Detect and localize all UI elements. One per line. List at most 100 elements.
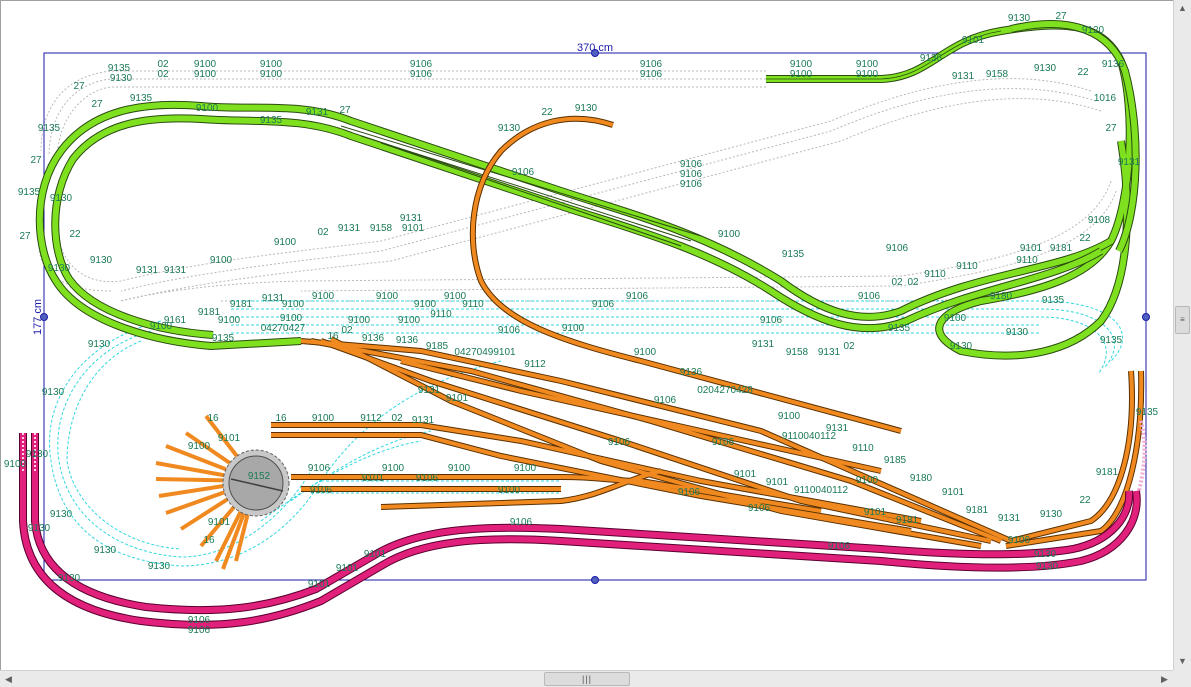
- track-part-label: 9180: [910, 473, 933, 484]
- track-part-label: 9110: [924, 269, 946, 280]
- track-part-label: 9136: [920, 53, 943, 64]
- track-part-label: 9100: [210, 255, 233, 266]
- track-part-label: 9131: [338, 223, 361, 234]
- track-part-label: 9130: [1034, 63, 1057, 74]
- track-part-label: 9135: [1136, 407, 1159, 418]
- track-part-label: 9101: [362, 473, 385, 484]
- resize-handle-right[interactable]: [1142, 313, 1150, 321]
- vertical-scroll-thumb[interactable]: ≡: [1175, 306, 1190, 334]
- track-part-label: 9108: [1088, 215, 1111, 226]
- track-part-label: 9135: [212, 333, 235, 344]
- track-part-label: 9100: [188, 441, 211, 452]
- track-part-label: 9106: [654, 395, 677, 406]
- scrollbar-corner: [1173, 670, 1191, 687]
- track-part-label: 9135: [782, 249, 805, 260]
- track-part-label: 9130: [1034, 549, 1057, 560]
- track-part-label: 9100: [194, 69, 217, 80]
- track-part-label: 9101: [446, 393, 469, 404]
- resize-handle-bottom[interactable]: [591, 576, 599, 584]
- track-part-label: 9130: [94, 545, 117, 556]
- horizontal-scroll-thumb[interactable]: |||: [544, 672, 630, 686]
- layout-canvas[interactable]: 370 cm 177 cm 9135 02 02 9100 9100 9100 …: [0, 0, 1173, 670]
- track-part-label: 9100: [312, 413, 335, 424]
- track-part-label: 9106: [310, 485, 333, 496]
- track-part-label: 02: [843, 341, 855, 352]
- scroll-right-arrow-icon[interactable]: ▶: [1156, 671, 1173, 687]
- track-part-label: 22: [541, 107, 553, 118]
- scroll-up-arrow-icon[interactable]: ▲: [1174, 0, 1191, 17]
- track-part-label: 9130: [498, 123, 521, 134]
- track-part-label: 9185: [426, 341, 449, 352]
- track-part-label: 9106: [626, 291, 649, 302]
- track-part-label: 9130: [88, 339, 111, 350]
- track-part-label: 9101: [208, 517, 231, 528]
- track-part-label: 04270427: [261, 323, 306, 334]
- track-part-label: 22: [1079, 495, 1091, 506]
- vertical-scrollbar[interactable]: ▲ ≡ ▼: [1173, 0, 1191, 670]
- track-part-label: 9100: [398, 315, 421, 326]
- track-part-label: 9100: [196, 103, 219, 114]
- track-part-label: 9130: [50, 193, 73, 204]
- track-part-label: 9106: [828, 541, 851, 552]
- track-part-label: 9100: [778, 411, 801, 422]
- track-part-label: 9100: [856, 69, 879, 80]
- track-part-label: 04270499101: [454, 347, 516, 358]
- track-part-label: 02: [157, 69, 169, 80]
- track-part-label: 9181: [1096, 467, 1119, 478]
- track-part-label: 9106: [592, 299, 615, 310]
- track-part-label: 9120: [1082, 25, 1105, 36]
- track-part-label: 9131: [998, 513, 1021, 524]
- track-part-label: 9135: [1042, 295, 1065, 306]
- track-part-label: 16: [203, 535, 215, 546]
- turntable[interactable]: [222, 449, 290, 517]
- track-part-label: 9131: [1118, 157, 1141, 168]
- track-part-label: 9152: [248, 471, 271, 482]
- track-part-label: 9110040112: [794, 485, 849, 496]
- track-part-label: 22: [69, 229, 81, 240]
- track-part-label: 02: [341, 325, 353, 336]
- track-part-label: 9130: [58, 573, 81, 584]
- track-part-label: 9181: [1050, 243, 1073, 254]
- track-part-label: 9101: [864, 507, 887, 518]
- track-part-label: 27: [91, 99, 103, 110]
- track-part-label: 9101: [336, 563, 359, 574]
- horizontal-scrollbar[interactable]: ◀ ||| ▶: [0, 670, 1173, 687]
- track-part-label: 9135: [1100, 335, 1123, 346]
- track-part-label: 9136: [1102, 59, 1125, 70]
- track-part-label: 9110: [430, 309, 452, 320]
- track-part-label: 02: [891, 277, 903, 288]
- track-part-label: 9100: [260, 69, 283, 80]
- track-part-label: 27: [73, 81, 85, 92]
- track-part-label: 9106: [608, 437, 631, 448]
- track-part-label: 9101: [766, 477, 789, 488]
- track-part-label: 9110: [462, 299, 484, 310]
- track-part-label: 9106: [678, 487, 701, 498]
- track-part-label: 9100: [382, 463, 405, 474]
- track-part-label: 02: [317, 227, 329, 238]
- track-part-label: 16: [275, 413, 287, 424]
- track-part-label: 9100: [790, 69, 813, 80]
- orange-yard: [155, 115, 1145, 570]
- track-plan-drawing[interactable]: 370 cm 177 cm 9135 020291009100910091009…: [1, 1, 1174, 671]
- track-part-label: 9130: [26, 449, 49, 460]
- scroll-left-arrow-icon[interactable]: ◀: [0, 671, 17, 687]
- track-part-label: 9112: [360, 413, 382, 424]
- track-part-label: 9100: [944, 313, 967, 324]
- track-part-label: 9158: [370, 223, 393, 234]
- track-part-label: 9106: [510, 517, 533, 528]
- track-part-label: 9101: [962, 35, 985, 46]
- track-part-label: 9100: [498, 485, 521, 496]
- track-part-label: 9100: [514, 463, 537, 474]
- track-part-label: 9106: [498, 325, 521, 336]
- track-part-label: 9106: [640, 69, 663, 80]
- track-part-label: 9135: [130, 93, 153, 104]
- track-part-label: 16: [207, 413, 219, 424]
- track-part-label: 9136: [396, 335, 419, 346]
- scroll-down-arrow-icon[interactable]: ▼: [1174, 653, 1191, 670]
- track-part-label: 9101: [364, 549, 387, 560]
- track-part-label: 9158: [786, 347, 809, 358]
- track-part-label: 9100: [856, 475, 879, 486]
- track-part-label: 9131: [164, 265, 187, 276]
- track-part-label: 9135: [38, 123, 61, 134]
- track-part-label: 9130: [110, 73, 133, 84]
